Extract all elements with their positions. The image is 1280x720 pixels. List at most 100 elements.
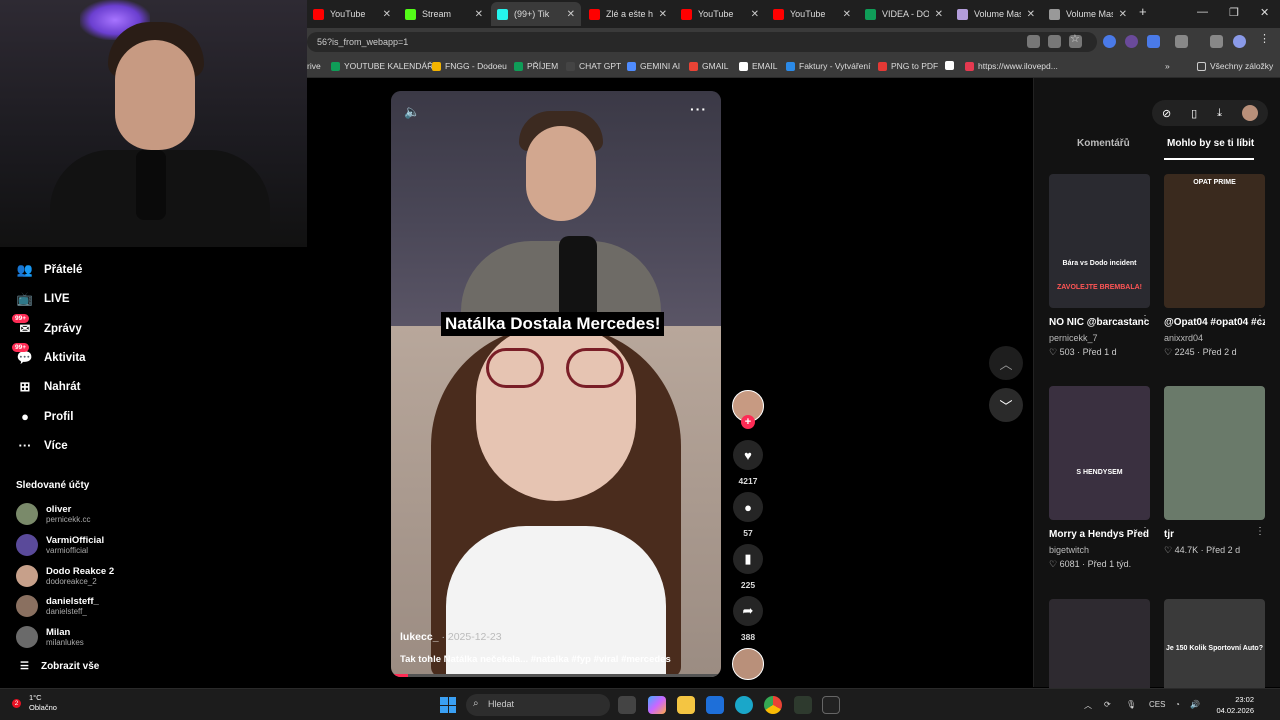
extension-icon[interactable] [1125,35,1138,48]
cast-icon[interactable] [1048,35,1061,48]
sidebar-item[interactable]: ✉ 99+ Zprávy [12,313,82,338]
bookmark-star-icon[interactable]: ☆ [1070,32,1083,45]
card-more-icon[interactable]: ⋮ [1255,526,1265,537]
tab-close-icon[interactable]: ✕ [1027,9,1035,20]
share-button[interactable]: ➦ [733,596,763,626]
sidebar-item[interactable]: ··· Více [16,437,68,455]
card-title[interactable]: Morry a Hendys Před GTA 6 [1049,528,1150,542]
url-field[interactable]: 56?is_from_webapp=1 [307,32,1097,52]
browser-tab[interactable]: VIDEA - DOD ✕ [859,2,949,26]
video-thumbnail[interactable]: S HENDYSEM [1049,386,1150,520]
follow-button[interactable]: + [741,415,755,429]
clock[interactable]: 23:02 04.02.2026 [1210,694,1254,716]
extension-icon[interactable] [1103,35,1116,48]
followed-account[interactable]: Milan milanlukes [16,626,84,649]
phone-icon[interactable]: ▯ [1191,107,1197,120]
browser-tab[interactable]: Zlé a ešte ho ✕ [583,2,673,26]
chrome-icon[interactable] [764,696,782,714]
tab-close-icon[interactable]: ✕ [935,9,943,20]
next-creator-avatar[interactable] [732,648,764,680]
tab-close-icon[interactable]: ✕ [751,9,759,20]
minimize-button[interactable]: — [1197,6,1208,18]
browser-tab[interactable]: (99+) Tik ✕ [491,2,581,26]
compass-icon[interactable]: ⊘ [1162,107,1171,120]
browser-tab[interactable]: Volume Mast ✕ [951,2,1041,26]
terminal-icon[interactable] [794,696,812,714]
browser-tab[interactable]: YouTube ✕ [767,2,857,26]
bookmark-item[interactable]: CHAT GPT [566,61,621,71]
sidebar-item[interactable]: ⊞ Nahrát [16,378,81,396]
outlook-icon[interactable] [706,696,724,714]
video-progress-bar[interactable] [391,674,721,677]
video-thumbnail[interactable]: OPAT PRIME [1164,174,1265,308]
tab-recommended[interactable]: Mohlo by se ti líbit [1167,138,1254,149]
download-icon[interactable]: ⤓ [1217,107,1222,120]
media-icon[interactable] [1210,35,1223,48]
bookmark-item[interactable]: PNG to PDF [878,61,938,71]
user-avatar[interactable] [1241,105,1258,121]
menu-icon[interactable]: ⋮ [1259,32,1272,45]
card-title[interactable]: NO NIC @barcastanclova... [1049,316,1150,330]
network-icon[interactable]: ⟳ [1104,700,1111,709]
save-button[interactable]: ▮ [733,544,763,574]
bookmark-item[interactable] [945,61,958,70]
followed-account[interactable]: oliver pernicekk.cc [16,503,90,525]
taskbar-search[interactable]: ⌕ Hledat [466,694,610,716]
bookmarks-overflow-icon[interactable]: » [1165,61,1170,71]
tray-overflow-icon[interactable]: ︿ [1084,700,1092,711]
author-name[interactable]: lukecc_ [400,631,439,643]
previous-video-button[interactable]: ︿ [989,346,1023,380]
followed-account[interactable]: VarmiOfficial varmiofficial [16,533,104,556]
tab-close-icon[interactable]: ✕ [843,9,851,20]
bookmark-item[interactable]: GEMINI AI [627,61,680,71]
followed-account[interactable]: danielsteff_ danielsteff_ [16,595,99,618]
tab-close-icon[interactable]: ✕ [1119,9,1127,20]
recommended-video-card[interactable]: Bára vs Dodo incident ZAVOLEJTE BREMBALA!… [1049,174,1150,358]
card-more-icon[interactable]: ⋮ [1140,526,1150,537]
maximize-button[interactable]: ❐ [1229,6,1239,19]
card-author[interactable]: bigetwitch [1049,544,1150,556]
sidebar-item[interactable]: 👥 Přátelé [16,261,82,279]
weather-widget[interactable]: 2 1°C Oblačno [12,693,57,713]
next-video-button[interactable]: ﹀ [989,388,1023,422]
extension-icon[interactable] [1147,35,1160,48]
profile-icon[interactable] [1233,35,1246,48]
edge-icon[interactable] [735,696,753,714]
video-player[interactable]: Natálka Dostala Mercedes! 🔈 ··· lukecc_ … [391,91,721,677]
tab-close-icon[interactable]: ✕ [567,9,575,20]
mic-icon[interactable]: 🎙 [1126,700,1136,709]
recommended-video-card[interactable]: tjr ♡ 44.7K · Před 2 d ⋮ [1164,386,1265,556]
bookmark-item[interactable]: GMAIL [689,61,728,71]
close-window-button[interactable]: ✕ [1260,6,1269,19]
file-explorer-icon[interactable] [677,696,695,714]
bookmark-item[interactable]: YOUTUBE KALENDÁŘ [331,61,433,71]
tab-comments[interactable]: Komentářů [1077,138,1130,149]
sidebar-item[interactable]: 📺 LIVE [16,290,70,308]
bookmark-item[interactable]: PŘÍJEM [514,61,558,71]
video-thumbnail[interactable]: Bára vs Dodo incident ZAVOLEJTE BREMBALA! [1049,174,1150,308]
puzzle-icon[interactable] [1175,35,1188,48]
epic-games-icon[interactable] [822,696,840,714]
sidebar-item[interactable]: ● Profil [16,408,73,426]
translate-icon[interactable] [1027,35,1040,48]
more-options-icon[interactable]: ··· [690,101,707,117]
video-thumbnail[interactable] [1164,386,1265,520]
card-title[interactable]: @Opat04 #opat04 #czsk... [1164,316,1265,330]
bookmark-item[interactable]: Faktury - Vytváření [786,61,870,71]
start-button[interactable] [440,697,456,713]
volume-tray-icon[interactable]: 🔊 [1190,700,1200,709]
language-indicator[interactable]: CES [1149,700,1165,709]
tab-close-icon[interactable]: ✕ [383,9,391,20]
bookmark-item[interactable]: FNGG - Dodoeu [432,61,507,71]
wifi-icon[interactable]: ◔ [1175,700,1180,709]
card-author[interactable]: pernicekk_7 [1049,332,1150,344]
card-more-icon[interactable]: ⋮ [1140,314,1150,325]
browser-tab[interactable]: YouTube ✕ [307,2,397,26]
recommended-video-card[interactable]: S HENDYSEM Morry a Hendys Před GTA 6 biget… [1049,386,1150,570]
see-all-button[interactable]: ☰ Zobrazit vše [20,661,99,672]
task-view-icon[interactable] [618,696,636,714]
bookmark-item[interactable]: https://www.ilovepd... [965,61,1058,71]
browser-tab[interactable]: Stream ✕ [399,2,489,26]
tab-close-icon[interactable]: ✕ [475,9,483,20]
like-button[interactable]: ♥ [733,440,763,470]
